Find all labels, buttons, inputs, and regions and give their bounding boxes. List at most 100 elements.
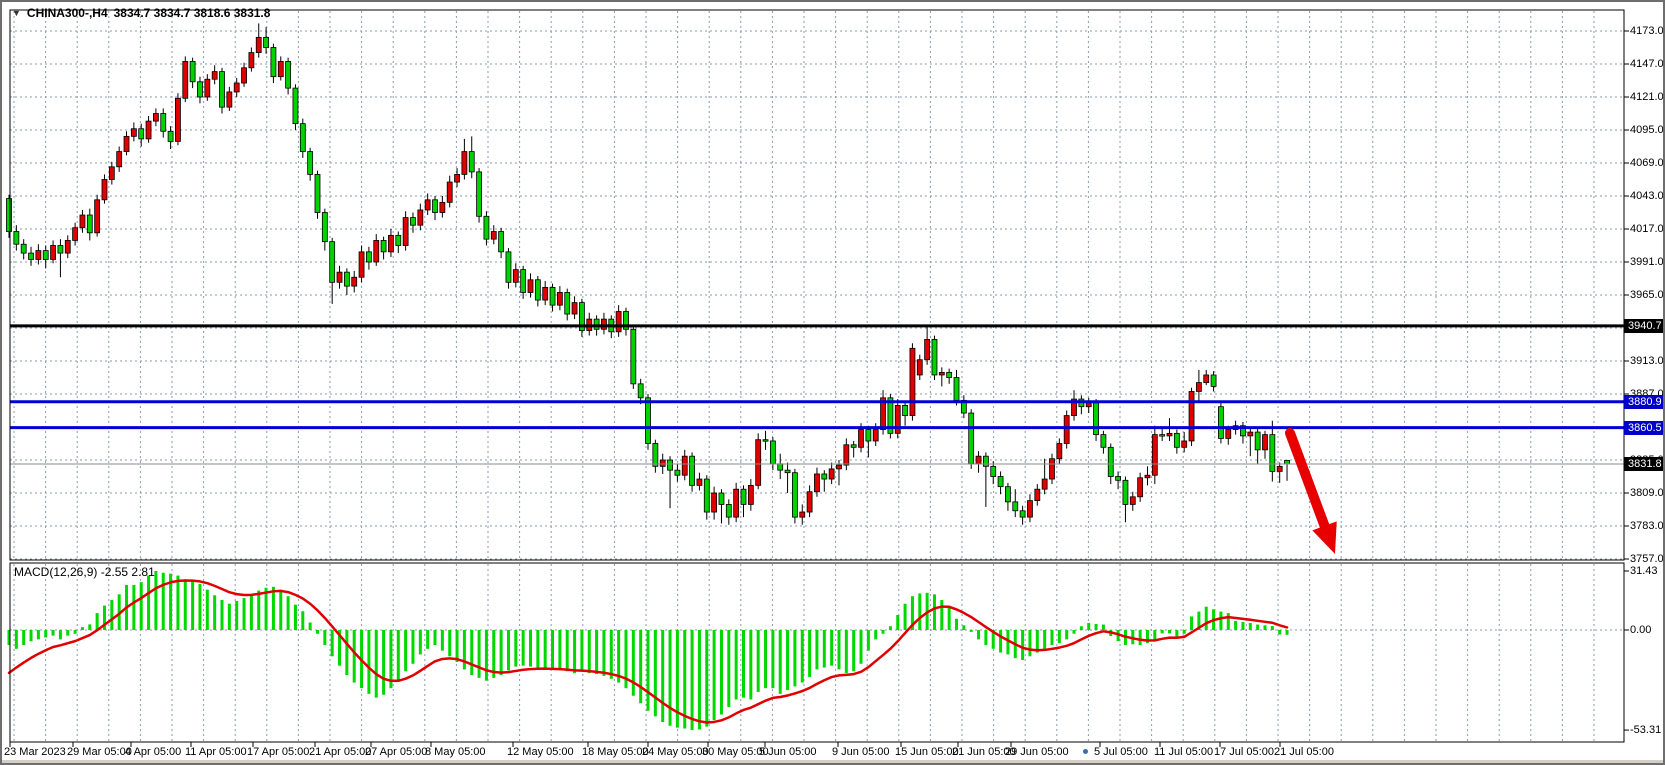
candle-bear — [675, 470, 680, 475]
chart-title: ▼ CHINA300-,H4 3834.7 3834.7 3818.6 3831… — [12, 6, 270, 20]
candle-bull — [462, 152, 467, 175]
date-axis-label: 21 Apr 05:00 — [309, 746, 371, 758]
candle-bear — [366, 252, 371, 262]
candle-bear — [43, 251, 48, 260]
candle-bear — [1108, 447, 1113, 476]
date-axis-label: 9 Jun 05:00 — [832, 746, 890, 758]
candle-bull — [205, 79, 210, 97]
candle-bear — [653, 444, 658, 467]
candle-bull — [712, 493, 717, 512]
candle-bear — [300, 124, 305, 152]
candle-bull — [939, 372, 944, 375]
candle-bear — [396, 235, 401, 245]
candle-bull — [51, 246, 56, 260]
candle-bear — [770, 441, 775, 464]
candle-bull — [734, 489, 739, 517]
candle-bear — [1211, 375, 1216, 386]
candle-bear — [741, 489, 746, 504]
candle-bull — [1226, 430, 1231, 439]
candle-bear — [506, 252, 511, 282]
candle-bear — [866, 430, 871, 441]
candle-bear — [903, 405, 908, 415]
candle-bull — [403, 218, 408, 246]
price-badge-zone-top: 3880.9 — [1624, 395, 1665, 409]
date-axis-label: 29 Jun 05:00 — [1005, 746, 1069, 758]
candle-bull — [1027, 501, 1032, 517]
date-axis-label: 21 Jul 05:00 — [1274, 746, 1334, 758]
candle-bear — [1160, 435, 1165, 437]
candle-bull — [388, 235, 393, 252]
candle-bear — [264, 37, 269, 47]
candle-bull — [256, 37, 261, 52]
candle-bear — [315, 174, 320, 212]
candle-bear — [433, 200, 438, 213]
candle-bear — [139, 129, 144, 139]
candle-bull — [337, 272, 342, 282]
candle-bear — [668, 460, 673, 470]
candle-bull — [374, 240, 379, 262]
candle-bear — [499, 232, 504, 252]
candle-bear — [646, 398, 651, 444]
candle-bear — [969, 413, 974, 464]
candle-bull — [1189, 391, 1194, 441]
date-axis-label: 12 May 05:00 — [507, 746, 574, 758]
candle-bull — [1196, 383, 1201, 392]
macd-signal-value: 2.81 — [131, 565, 154, 579]
candle-bull — [455, 174, 460, 182]
candle-bear — [168, 131, 173, 141]
candle-bear — [932, 339, 937, 375]
price-axis-label: 3757.0 — [1630, 553, 1664, 565]
date-axis-label: 11 Apr 05:00 — [185, 746, 247, 758]
macd-value: -2.55 — [101, 565, 128, 579]
candle-bear — [271, 48, 276, 77]
candle-bear — [983, 456, 988, 466]
price-axis-label: 4173.0 — [1630, 25, 1664, 37]
candle-bear — [58, 246, 63, 254]
symbol-dropdown-icon[interactable]: ▼ — [12, 9, 21, 18]
candle-bull — [359, 252, 364, 277]
date-axis-label: 18 May 05:00 — [582, 746, 649, 758]
macd-axis-label: -53.31 — [1630, 724, 1661, 736]
candle-bear — [631, 329, 636, 384]
candle-bull — [557, 292, 562, 305]
candle-bull — [117, 152, 122, 167]
date-axis-label: 5 Jul 05:00 — [1094, 746, 1148, 758]
candle-bull — [660, 460, 665, 466]
candle-bear — [704, 479, 709, 512]
candle-bull — [1262, 435, 1267, 450]
candle-bear — [1020, 511, 1025, 517]
candle-bull — [124, 136, 129, 151]
price-axis-label: 4043.0 — [1630, 190, 1664, 202]
date-axis-label: 11 Jul 05:00 — [1154, 746, 1213, 758]
candle-bull — [756, 440, 761, 486]
candle-bear — [550, 287, 555, 305]
candle-bear — [1116, 477, 1121, 481]
candle-bear — [1094, 403, 1099, 435]
candle-bull — [682, 456, 687, 475]
candle-bear — [991, 466, 996, 476]
candle-bear — [21, 244, 26, 253]
candle-bear — [1123, 480, 1128, 504]
candle-bear — [469, 152, 474, 172]
candle-bull — [800, 512, 805, 517]
candle-bull — [212, 72, 217, 80]
chart-canvas[interactable] — [2, 2, 1665, 765]
candle-bull — [1167, 433, 1172, 436]
candle-bear — [220, 72, 225, 108]
candle-bull — [183, 61, 188, 98]
candle-bull — [844, 445, 849, 465]
candle-bull — [234, 83, 239, 92]
candle-bear — [381, 240, 386, 251]
candle-bear — [87, 215, 92, 233]
price-axis-label: 4121.0 — [1630, 91, 1664, 103]
candle-bear — [778, 464, 783, 470]
date-axis-label: 5 Jun 05:00 — [759, 746, 817, 758]
candle-bull — [601, 319, 606, 329]
candle-bull — [440, 202, 445, 212]
price-axis-label: 3991.0 — [1630, 256, 1664, 268]
candle-bull — [175, 98, 180, 141]
candle-bear — [308, 152, 313, 175]
candle-bear — [14, 232, 19, 245]
price-axis-label: 3913.0 — [1630, 355, 1664, 367]
macd-axis-label: 0.00 — [1630, 624, 1651, 636]
